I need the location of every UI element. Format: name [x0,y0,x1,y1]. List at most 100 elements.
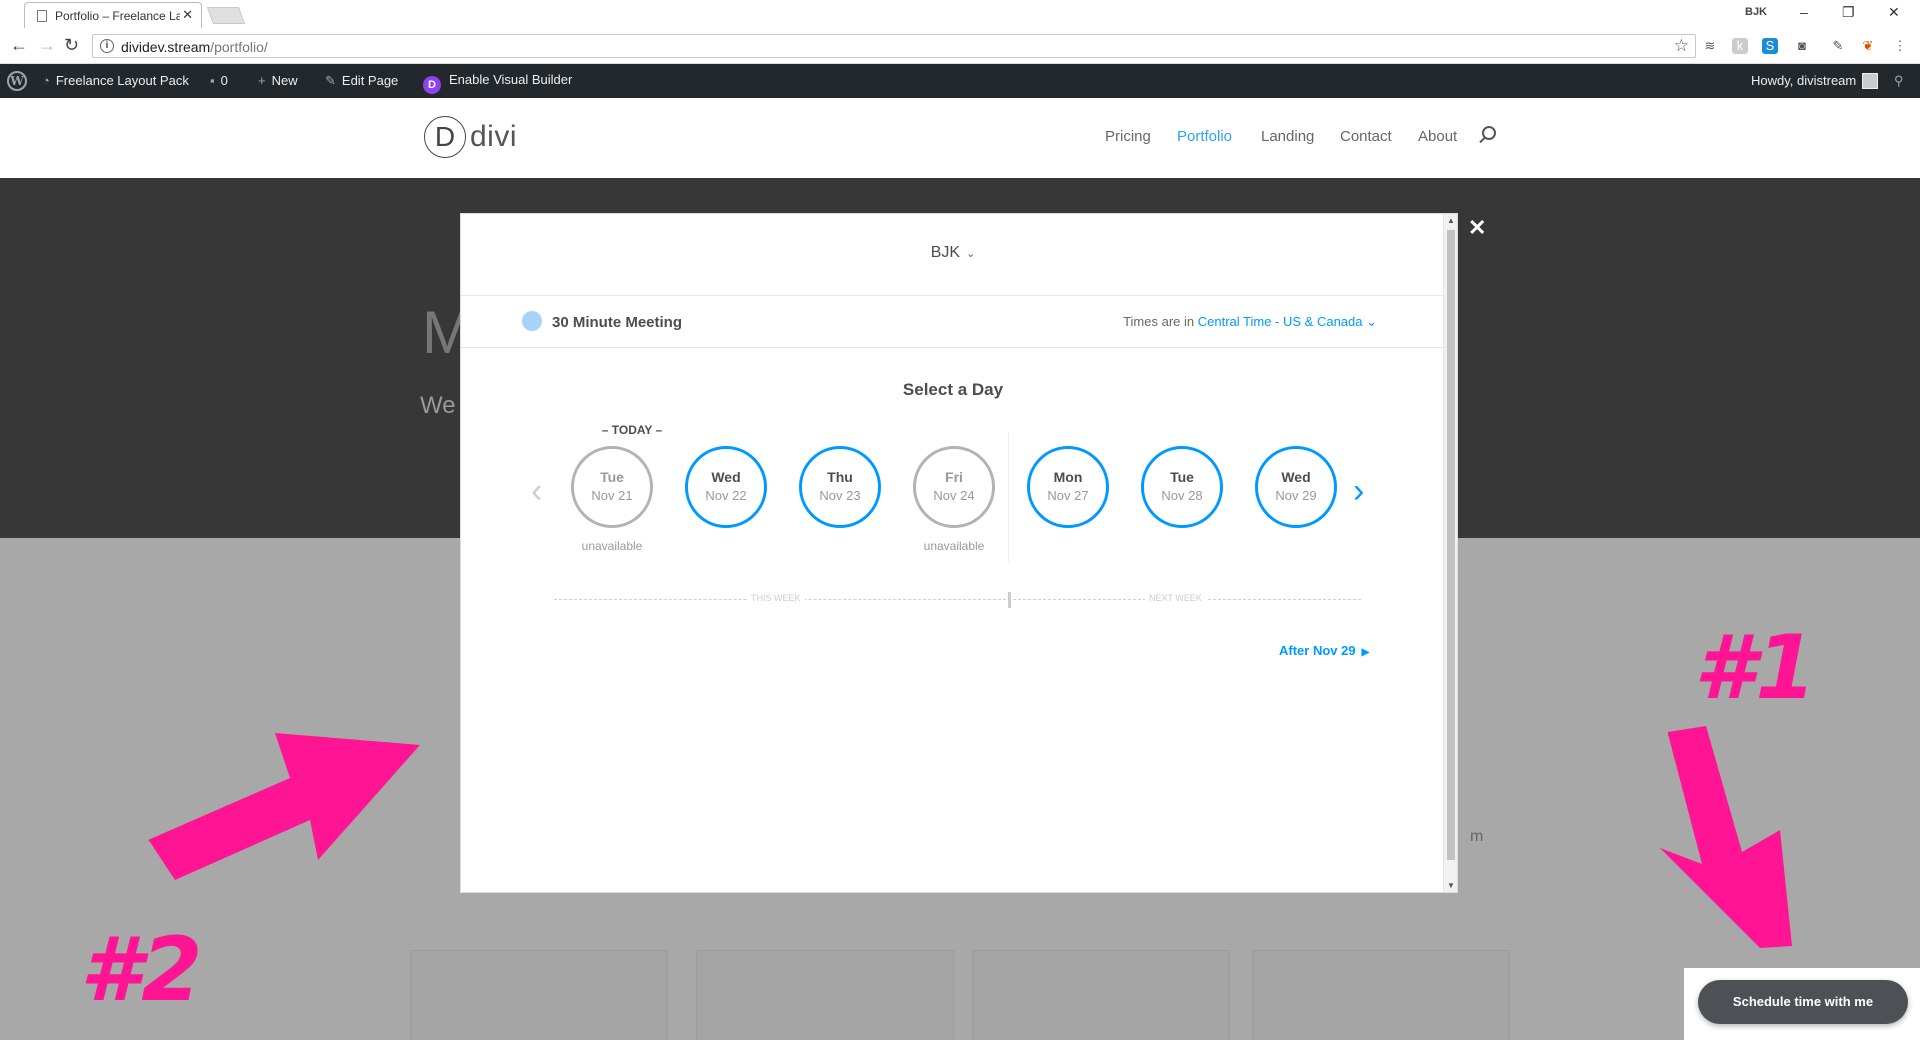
day-date: Nov 27 [1047,488,1089,503]
day-date: Nov 28 [1161,488,1203,503]
unavailable-label: unavailable [923,539,985,553]
timezone-info: Times are in Central Time - US & Canada … [1123,314,1377,329]
bookmark-star-icon[interactable]: ☆ [1674,36,1689,56]
site-logo[interactable]: Ddivi [424,116,517,158]
day-date: Nov 21 [591,488,633,503]
pen-extension-icon[interactable]: ✎ [1830,38,1846,54]
profile-badge[interactable]: BJK [1745,6,1767,18]
site-header: Ddivi Pricing Portfolio Landing Contact … [0,98,1920,178]
day-dow: Tue [600,469,624,485]
owner-selector[interactable]: BJK ⌄ [461,214,1445,296]
day-dow: Wed [1281,469,1311,485]
nav-landing[interactable]: Landing [1261,128,1314,145]
day-date: Nov 23 [819,488,861,503]
day-thu-nov-23[interactable]: Thu Nov 23 [799,446,881,528]
week-marker [1008,592,1011,608]
meeting-name: 30 Minute Meeting [552,314,683,331]
browser-tab[interactable]: Portfolio – Freelance Layout Pack ✕ [24,2,202,28]
restore-button[interactable]: ❐ [1842,4,1855,21]
close-window-button[interactable]: ✕ [1888,4,1900,21]
scheduling-modal: BJK ⌄ 30 Minute Meeting Times are in Cent… [460,213,1458,893]
nav-portfolio[interactable]: Portfolio [1177,128,1232,145]
nav-about[interactable]: About [1418,128,1457,145]
chevron-down-icon: ⌄ [966,248,976,260]
day-date: Nov 29 [1275,488,1317,503]
scrollbar-thumb[interactable] [1447,230,1455,860]
hero-subtitle-fragment: We [420,392,456,419]
nav-contact[interactable]: Contact [1340,128,1392,145]
day-fri-nov-24: Fri Nov 24 [913,446,995,528]
next-week-icon[interactable]: › [1353,472,1364,511]
forward-icon[interactable]: → [38,35,56,56]
day-date: Nov 24 [933,488,975,503]
admin-visual-builder-link[interactable]: D Enable Visual Builder [423,72,572,94]
today-label: – TODAY – [601,423,663,437]
portfolio-card [410,950,668,1040]
page-favicon-icon [37,10,47,22]
day-dow: Wed [711,469,741,485]
skype-extension-icon[interactable]: S [1762,38,1778,54]
wp-admin-bar: W ◔ Freelance Layout Pack ▪ 0 + New ✎ Edit P… [0,64,1920,98]
grey-extension-icon[interactable]: k [1732,38,1748,54]
nav-pricing[interactable]: Pricing [1105,128,1151,145]
pencil-icon: ✎ [325,73,336,88]
new-tab-button[interactable] [206,7,246,24]
chrome-menu-icon[interactable]: ⋮ [1892,38,1908,54]
admin-new-link[interactable]: + New [258,73,298,88]
background-text-fragment: m [1470,828,1484,845]
unavailable-label: unavailable [581,539,643,553]
avatar [1862,73,1879,89]
previous-week-icon[interactable]: ‹ [531,472,542,511]
site-info-icon[interactable]: i [100,39,114,53]
admin-search-icon[interactable]: ⚲ [1894,73,1904,89]
address-bar[interactable]: i dividev.stream/portfolio/ ☆ [92,34,1696,58]
owner-name: BJK [930,244,961,261]
meeting-header: 30 Minute Meeting Times are in Central T… [461,296,1445,348]
plus-icon: + [258,73,266,88]
layers-extension-icon[interactable]: ≋ [1702,38,1718,54]
admin-site-link[interactable]: ◔ Freelance Layout Pack [42,73,189,88]
scroll-up-icon[interactable]: ▲ [1447,216,1455,225]
day-tue-nov-28[interactable]: Tue Nov 28 [1141,446,1223,528]
day-dow: Fri [945,469,963,485]
url-text: dividev.stream/portfolio/ [121,39,268,55]
portfolio-card [696,950,954,1040]
day-tue-nov-21: Tue Nov 21 [571,446,653,528]
day-wed-nov-22[interactable]: Wed Nov 22 [685,446,767,528]
wordpress-logo-icon[interactable]: W [7,71,27,91]
day-dow: Mon [1053,469,1083,485]
select-day-heading: Select a Day [902,380,1004,399]
annotation-label-1: #1 [1694,616,1817,719]
site-search-icon[interactable] [1482,126,1496,140]
back-icon[interactable]: ← [10,35,28,56]
dashboard-icon: ◔ [42,73,50,88]
schedule-time-button[interactable]: Schedule time with me [1698,980,1908,1024]
timezone-selector[interactable]: Central Time - US & Canada ⌄ [1198,314,1377,329]
day-date: Nov 22 [705,488,747,503]
scroll-down-icon[interactable]: ▼ [1447,881,1455,890]
admin-comments-link[interactable]: ▪ 0 [210,73,228,88]
tab-close-icon[interactable]: ✕ [182,7,193,23]
evernote-extension-icon[interactable]: ❦ [1860,38,1876,54]
admin-account-link[interactable]: Howdy, divistream [1751,73,1879,89]
portfolio-card [1252,950,1510,1040]
week-divider [1008,432,1009,562]
modal-scrollbar[interactable]: ▲ ▼ [1443,214,1457,892]
modal-close-icon[interactable]: ✕ [1468,215,1486,241]
event-color-dot [522,311,542,331]
portfolio-card [972,950,1230,1040]
minimize-button[interactable]: – [1800,4,1808,20]
camera-extension-icon[interactable]: ◙ [1794,38,1810,54]
tab-title: Portfolio – Freelance Layout Pack [55,9,180,23]
day-mon-nov-27[interactable]: Mon Nov 27 [1027,446,1109,528]
browser-toolbar: ← → ↻ i dividev.stream/portfolio/ ☆ ≋ k … [0,28,1920,64]
next-week-label: NEXT WEEK [1145,593,1206,603]
day-wed-nov-29[interactable]: Wed Nov 29 [1255,446,1337,528]
reload-icon[interactable]: ↻ [64,35,79,56]
comment-icon: ▪ [210,73,215,88]
after-date-link[interactable]: After Nov 29 ▶ [1279,643,1369,658]
logo-word: divi [470,120,518,153]
admin-edit-link[interactable]: ✎ Edit Page [325,73,398,89]
logo-mark: D [424,116,466,158]
day-dow: Thu [827,469,853,485]
